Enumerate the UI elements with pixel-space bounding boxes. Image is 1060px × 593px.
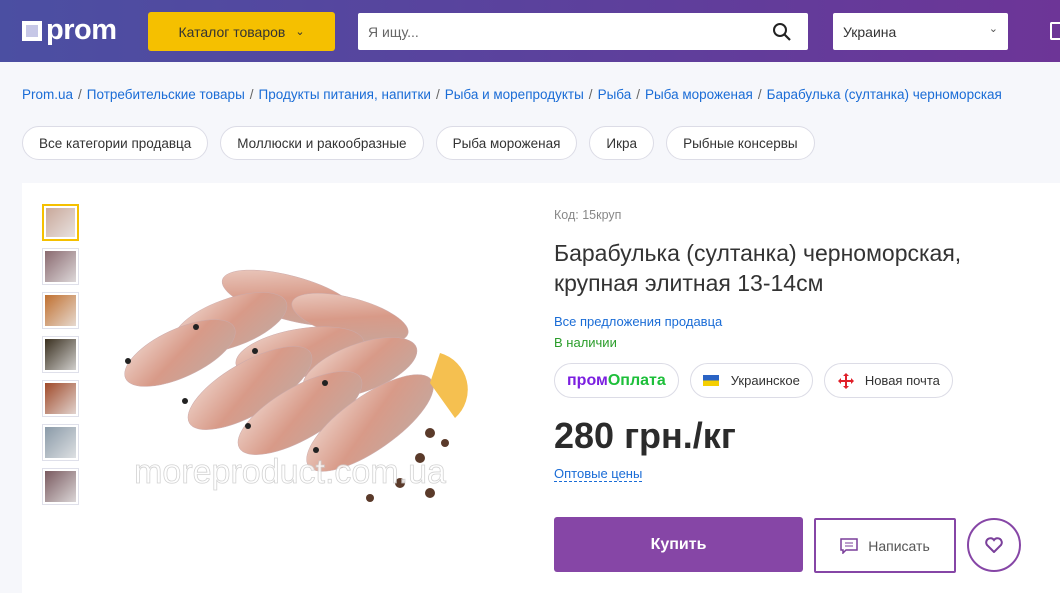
favorite-button[interactable] <box>967 518 1021 572</box>
heart-icon <box>985 537 1003 553</box>
badges: пром Оплата Украинское Новая почта <box>554 363 953 398</box>
breadcrumb-item[interactable]: Prom.ua <box>22 87 73 102</box>
catalog-label: Каталог товаров <box>178 23 286 40</box>
pay-logo-part1: пром <box>567 371 608 389</box>
logo-square-icon <box>22 20 42 41</box>
chevron-down-icon: ⌄ <box>295 26 305 38</box>
product-card: moreproduct.com.ua Код: 15круп Барабульк… <box>22 183 1060 593</box>
nova-poshta-icon <box>837 372 854 389</box>
breadcrumb-item[interactable]: Рыба <box>598 87 632 102</box>
breadcrumb-item[interactable]: Рыба и морепродукты <box>445 87 584 102</box>
search-icon[interactable] <box>772 22 792 42</box>
prom-logo[interactable]: prom <box>22 14 117 47</box>
catalog-button[interactable]: Каталог товаров ⌄ <box>148 12 335 51</box>
delivery-label: Новая почта <box>864 373 940 388</box>
category-chips: Все категории продавца Моллюски и ракооб… <box>22 126 815 160</box>
thumbnail[interactable] <box>42 204 79 241</box>
prom-payment-badge[interactable]: пром Оплата <box>554 363 679 398</box>
stock-status: В наличии <box>554 335 617 350</box>
pay-logo-part2: Оплата <box>607 371 666 389</box>
thumbnail[interactable] <box>42 380 79 417</box>
ukraine-flag-icon <box>702 375 719 386</box>
chip-seller-categories[interactable]: Все категории продавца <box>22 126 209 160</box>
breadcrumb: Prom.ua / Потребительские товары / Продукты … <box>22 87 1002 102</box>
price: 280 грн./кг <box>554 415 736 456</box>
search-input[interactable] <box>358 13 758 50</box>
thumbnail[interactable] <box>42 336 79 373</box>
wholesale-prices-link[interactable]: Оптовые цены <box>554 466 643 482</box>
thumbnail[interactable] <box>42 292 79 329</box>
delivery-badge[interactable]: Новая почта <box>823 363 953 398</box>
product-code: Код: 15круп <box>554 208 622 222</box>
message-icon <box>840 537 858 554</box>
chevron-down-icon: ⌄ <box>988 23 998 35</box>
product-image[interactable]: moreproduct.com.ua <box>100 243 480 533</box>
region-value: Украина <box>843 24 897 40</box>
thumbnail[interactable] <box>42 248 79 285</box>
buy-button[interactable]: Купить <box>554 517 803 572</box>
seller-offers-link[interactable]: Все предложения продавца <box>554 314 722 329</box>
breadcrumb-item[interactable]: Рыба мороженая <box>645 87 753 102</box>
region-select[interactable]: Украина ⌄ <box>833 13 1008 50</box>
header: prom Каталог товаров ⌄ Украина ⌄ <box>0 0 1060 62</box>
cart-icon[interactable] <box>1050 22 1060 40</box>
chip-frozen-fish[interactable]: Рыба мороженая <box>435 126 578 160</box>
chip-caviar[interactable]: Икра <box>589 126 655 160</box>
breadcrumb-item[interactable]: Продукты питания, напитки <box>259 87 431 102</box>
origin-badge[interactable]: Украинское <box>689 363 813 398</box>
product-title: Барабулька (султанка) черноморская, круп… <box>554 240 962 296</box>
thumbnail-list <box>42 204 79 512</box>
chip-mollusks[interactable]: Моллюски и ракообразные <box>220 126 424 160</box>
write-label: Написать <box>868 537 930 554</box>
origin-label: Украинское <box>730 373 800 388</box>
search-box <box>358 13 808 50</box>
breadcrumb-item[interactable]: Потребительские товары <box>87 87 245 102</box>
thumbnail[interactable] <box>42 468 79 505</box>
logo-text: prom <box>46 14 117 46</box>
breadcrumb-item[interactable]: Барабулька (султанка) черноморская <box>767 87 1002 102</box>
write-button[interactable]: Написать <box>814 518 956 573</box>
thumbnail[interactable] <box>42 424 79 461</box>
watermark: moreproduct.com.ua <box>134 453 446 491</box>
chip-canned-fish[interactable]: Рыбные консервы <box>666 126 815 160</box>
